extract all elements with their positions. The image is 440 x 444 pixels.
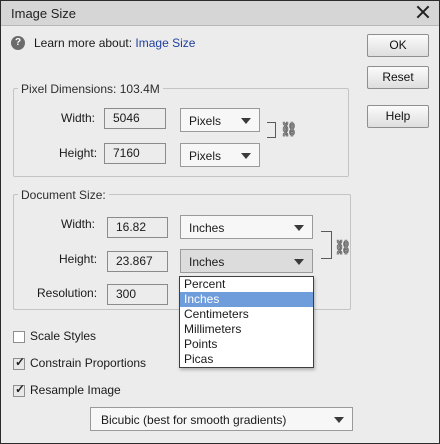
document-width-unit-dropdown[interactable]: Inches — [180, 215, 313, 239]
document-link-bracket — [321, 231, 332, 259]
scale-styles-label[interactable]: Scale Styles — [30, 329, 96, 343]
chevron-down-icon — [241, 118, 251, 124]
learn-more-label: Learn more about: — [34, 36, 133, 50]
resolution-label: Resolution: — [37, 286, 98, 300]
scale-styles-checkbox[interactable] — [13, 331, 25, 343]
pixel-link-bracket — [267, 122, 276, 138]
pixel-dimensions-label: Pixel Dimensions: — [21, 82, 117, 96]
document-width-label: Width: — [61, 217, 96, 231]
menu-item-inches[interactable]: Inches — [180, 292, 313, 307]
chain-link-icon: ⛓ — [334, 239, 352, 255]
constrain-proportions-label[interactable]: Constrain Proportions — [30, 356, 146, 370]
pixel-height-unit-dropdown[interactable]: Pixels — [180, 143, 260, 167]
title-bar: Image Size — [1, 1, 439, 26]
pixel-width-unit-dropdown[interactable]: Pixels — [180, 108, 260, 132]
menu-item-centimeters[interactable]: Centimeters — [180, 307, 313, 322]
chevron-down-icon — [294, 259, 304, 265]
resolution-field[interactable]: 300 — [107, 284, 168, 305]
pixel-height-field[interactable]: 7160 — [104, 143, 166, 164]
image-size-dialog: Image Size ? Learn more about: Image Siz… — [0, 0, 440, 444]
menu-item-points[interactable]: Points — [180, 337, 313, 352]
resample-method-value: Bicubic (best for smooth gradients) — [101, 413, 287, 427]
document-width-field[interactable]: 16.82 — [107, 217, 168, 238]
chevron-down-icon — [241, 153, 251, 159]
document-height-field[interactable]: 23.867 — [107, 251, 168, 272]
document-height-unit: Inches — [189, 255, 225, 269]
menu-item-percent[interactable]: Percent — [180, 277, 313, 292]
unit-dropdown-menu: Percent Inches Centimeters Millimeters P… — [179, 276, 314, 368]
pixel-dimensions-size: 103.4M — [119, 82, 160, 96]
resample-method-dropdown[interactable]: Bicubic (best for smooth gradients) — [90, 407, 353, 431]
document-height-unit-dropdown[interactable]: Inches — [180, 249, 313, 273]
resample-image-label[interactable]: Resample Image — [30, 383, 121, 397]
chevron-down-icon — [334, 417, 344, 423]
chain-link-icon: ⛓ — [280, 121, 298, 137]
chevron-down-icon — [294, 225, 304, 231]
help-icon: ? — [11, 36, 25, 50]
pixel-width-unit: Pixels — [189, 114, 222, 128]
pixel-width-label: Width: — [61, 111, 96, 125]
learn-more-text: Learn more about: Image Size — [34, 36, 195, 50]
dialog-title: Image Size — [11, 6, 77, 21]
pixel-height-unit: Pixels — [189, 149, 222, 163]
menu-item-millimeters[interactable]: Millimeters — [180, 322, 313, 337]
reset-button[interactable]: Reset — [367, 66, 429, 89]
help-button[interactable]: Help — [367, 105, 429, 128]
document-width-unit: Inches — [189, 221, 225, 235]
pixel-width-field[interactable]: 5046 — [104, 108, 166, 129]
constrain-proportions-checkbox[interactable] — [13, 355, 25, 370]
document-height-label: Height: — [59, 252, 98, 266]
image-size-help-link[interactable]: Image Size — [135, 36, 195, 50]
pixel-dimensions-legend: Pixel Dimensions: 103.4M — [18, 82, 163, 96]
ok-button[interactable]: OK — [367, 34, 429, 57]
menu-item-picas[interactable]: Picas — [180, 352, 313, 367]
pixel-height-label: Height: — [59, 146, 98, 160]
document-size-legend: Document Size: — [18, 188, 109, 202]
close-icon[interactable] — [415, 4, 431, 20]
resample-image-checkbox[interactable] — [13, 382, 25, 397]
